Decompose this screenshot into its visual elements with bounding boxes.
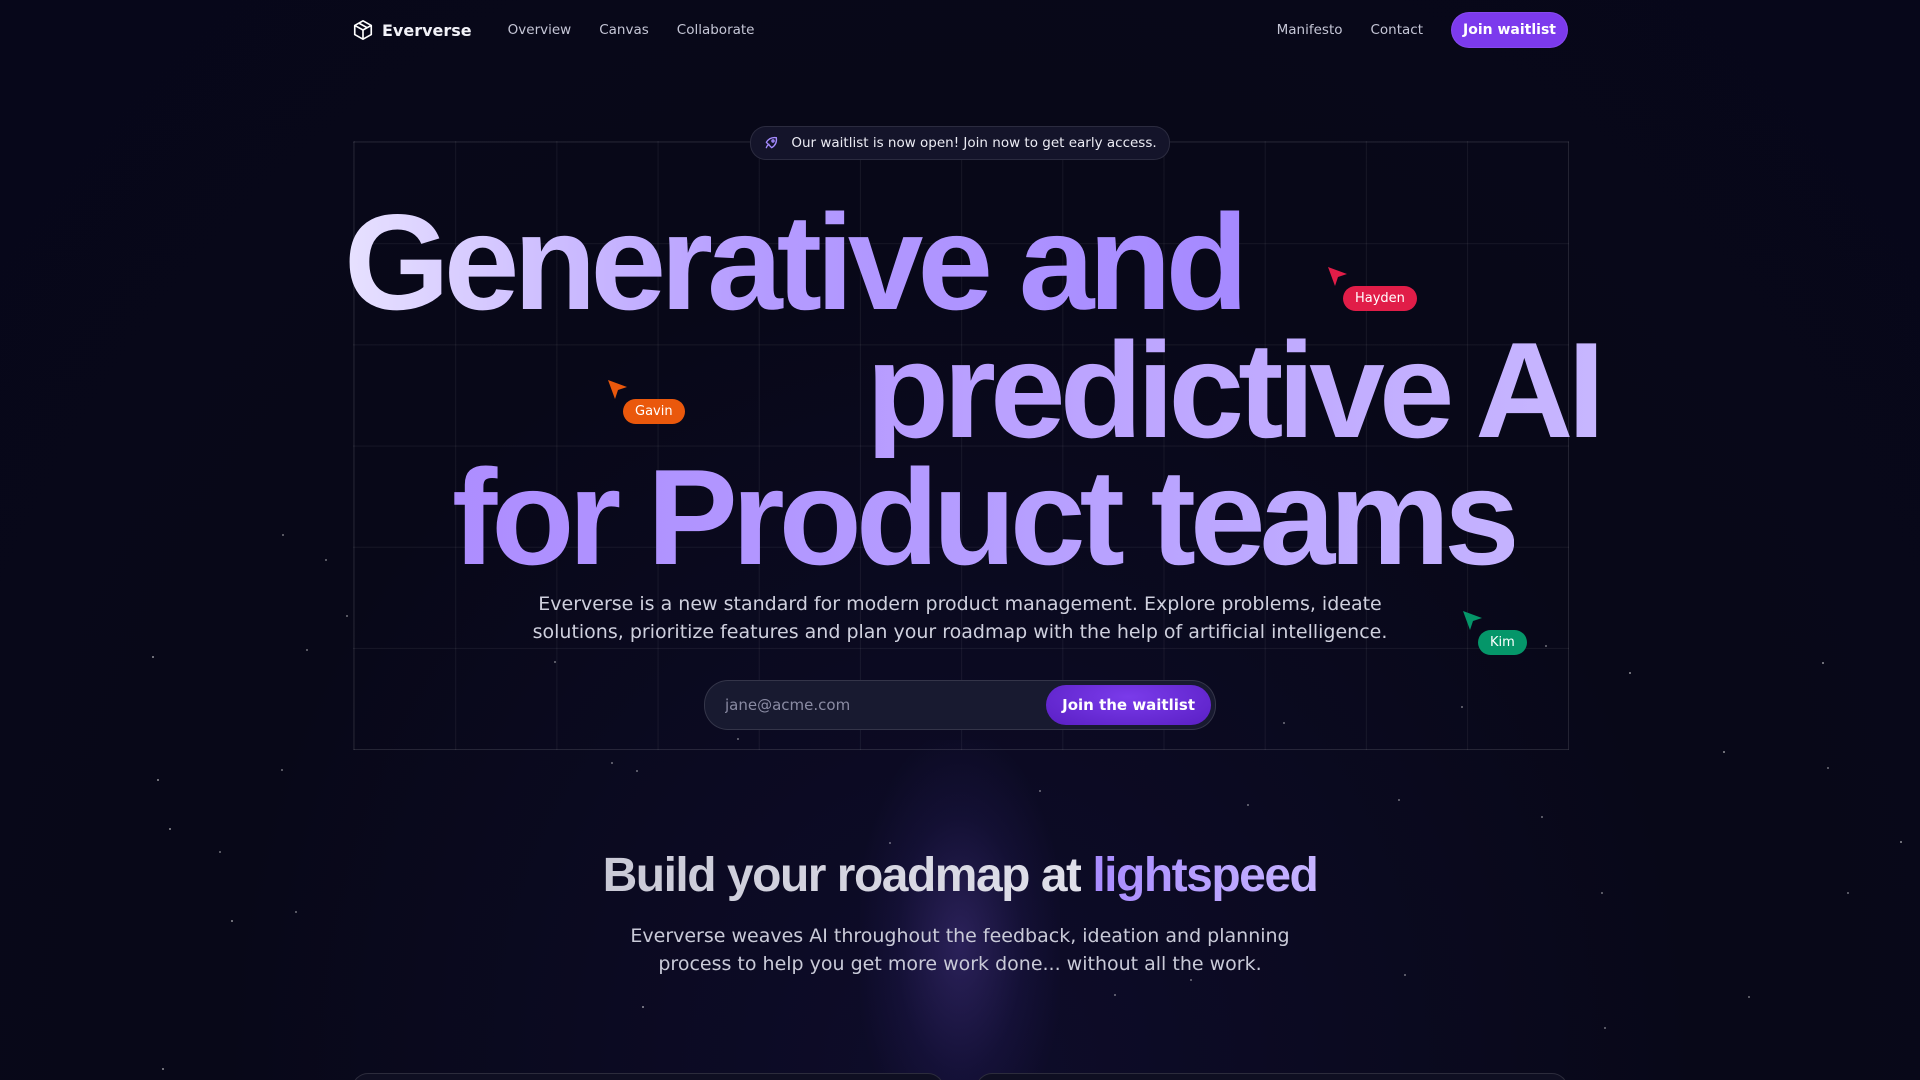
nav-link-collaborate[interactable]: Collaborate — [677, 22, 755, 38]
rocket-icon — [765, 136, 778, 149]
cube-logo-icon — [353, 20, 373, 40]
nav-link-contact[interactable]: Contact — [1371, 22, 1424, 38]
announcement-pill[interactable]: Our waitlist is now open! Join now to ge… — [750, 126, 1170, 160]
pointer-arrow-icon — [608, 380, 627, 399]
nav-right: Manifesto Contact Join waitlist — [1277, 12, 1568, 48]
join-waitlist-button[interactable]: Join waitlist — [1451, 12, 1568, 48]
brand[interactable]: Eververse — [352, 19, 472, 41]
cursor-label: Gavin — [623, 399, 685, 424]
section-subcopy: Eververse weaves AI throughout the feedb… — [630, 925, 1290, 975]
section-title-plain: Build your roadmap at — [602, 849, 1082, 902]
pointer-arrow-icon — [1463, 611, 1482, 630]
feature-card-left — [352, 1073, 944, 1080]
top-nav: Eververse Overview Canvas Collaborate Ma… — [352, 12, 1568, 48]
headline-line-3: for Product teams — [452, 441, 1520, 593]
nav-link-canvas[interactable]: Canvas — [599, 22, 649, 38]
cursor-gavin: Gavin — [607, 379, 685, 424]
pointer-arrow-icon — [1328, 267, 1347, 286]
cursor-label: Hayden — [1343, 286, 1417, 311]
cursor-kim: Kim — [1462, 610, 1527, 655]
cursor-label: Kim — [1478, 630, 1527, 655]
hero-subcopy: Eververse is a new standard for modern p… — [532, 593, 1388, 643]
cursor-hayden: Hayden — [1327, 266, 1417, 311]
nav-link-overview[interactable]: Overview — [508, 22, 572, 38]
feature-card-right — [976, 1073, 1568, 1080]
brand-name: Eververse — [382, 20, 472, 40]
join-the-waitlist-button[interactable]: Join the waitlist — [1046, 685, 1211, 725]
nav-links: Overview Canvas Collaborate — [508, 22, 755, 38]
headline-line-2: predictive AI — [866, 314, 1605, 466]
light-beam — [860, 740, 1060, 1080]
waitlist-form: Join the waitlist — [704, 680, 1216, 730]
headline-line-1: Generative and — [344, 186, 1249, 338]
nav-link-manifesto[interactable]: Manifesto — [1277, 22, 1343, 38]
section-title: Build your roadmap at lightspeed — [0, 848, 1920, 903]
section-title-accent: lightspeed — [1092, 849, 1319, 902]
email-input[interactable] — [705, 695, 1047, 715]
announcement-text: Our waitlist is now open! Join now to ge… — [791, 135, 1157, 151]
page: Eververse Overview Canvas Collaborate Ma… — [0, 0, 1920, 1080]
